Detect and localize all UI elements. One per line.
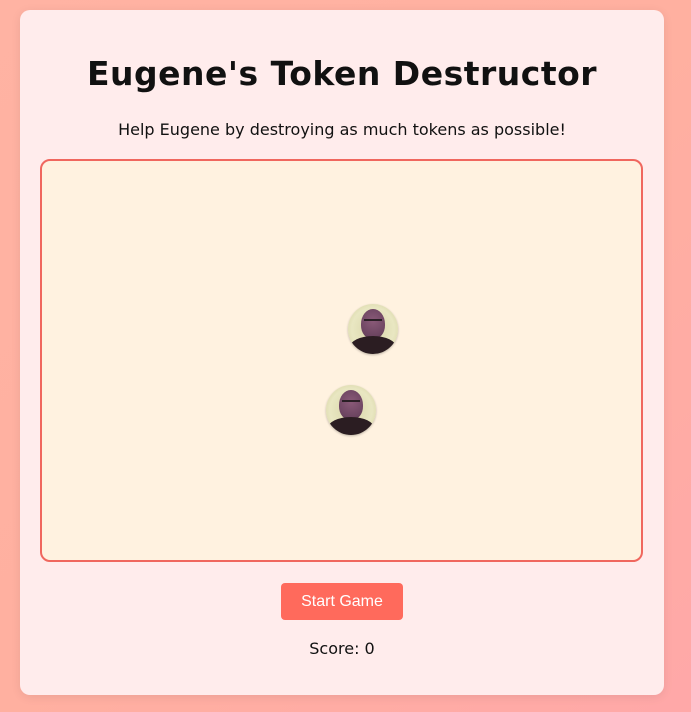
game-title: Eugene's Token Destructor — [86, 54, 598, 93]
game-area[interactable] — [40, 159, 643, 562]
game-subtitle: Help Eugene by destroying as much tokens… — [118, 120, 566, 139]
eugene-face-token-icon[interactable] — [326, 385, 376, 435]
token-body — [328, 417, 374, 435]
start-game-button[interactable]: Start Game — [281, 583, 403, 620]
game-card: Eugene's Token Destructor Help Eugene by… — [20, 10, 664, 695]
token-glasses — [342, 400, 360, 406]
token-glasses — [364, 319, 382, 325]
score-display: Score: 0 — [309, 639, 375, 658]
eugene-face-token-icon[interactable] — [348, 304, 398, 354]
token-body — [350, 336, 396, 354]
